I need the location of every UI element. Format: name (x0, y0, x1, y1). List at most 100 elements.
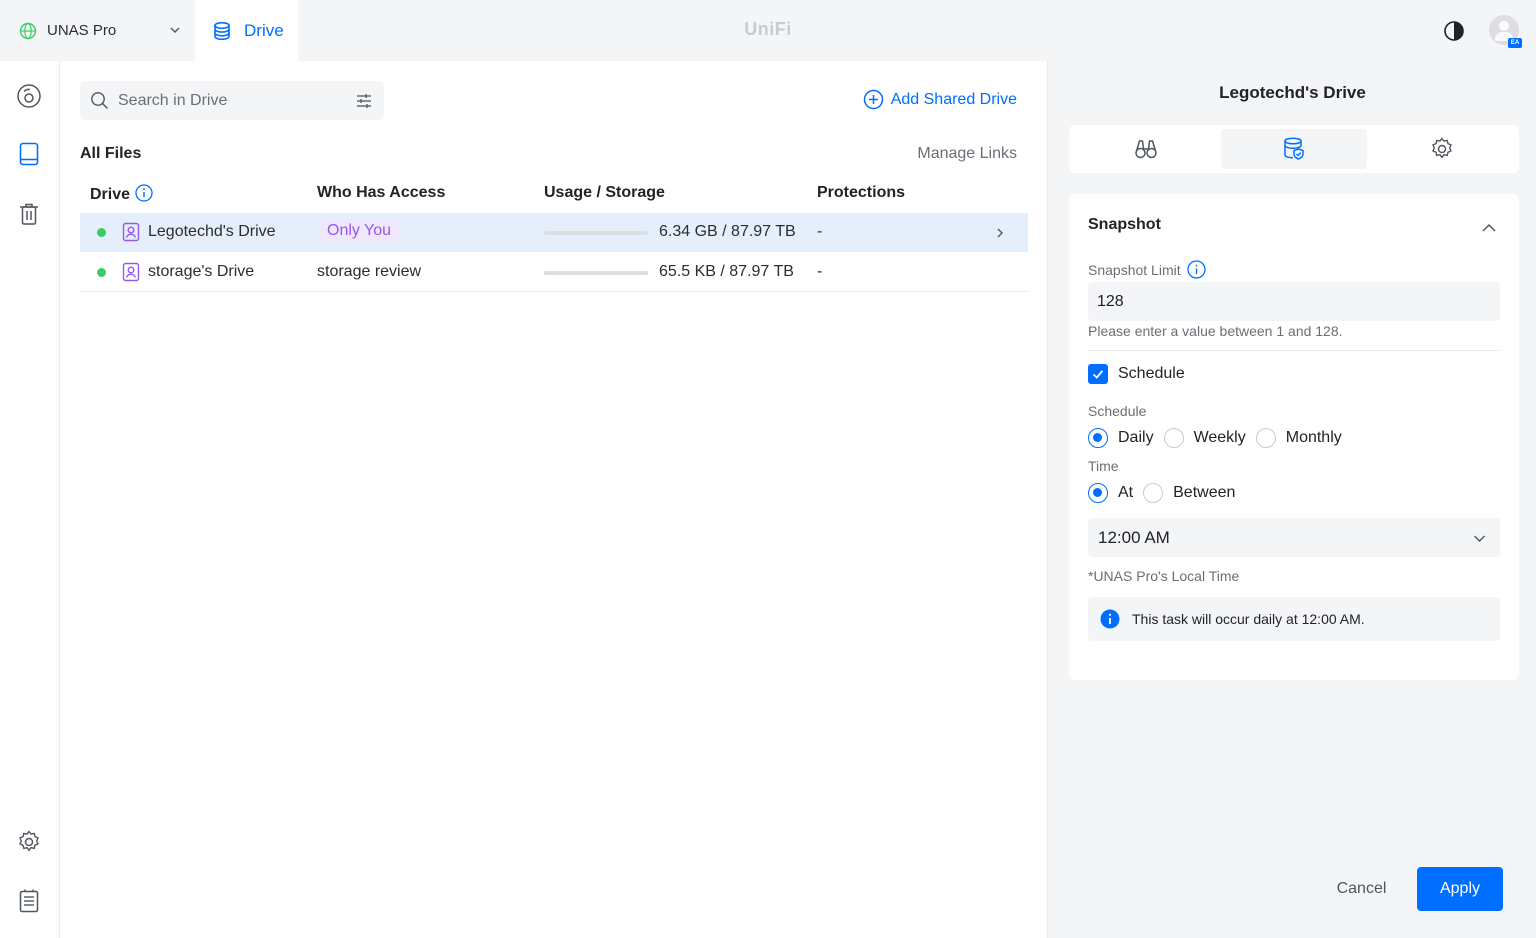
usage-text: 6.34 GB / 87.97 TB (659, 223, 796, 240)
radio-between[interactable]: Between (1143, 483, 1235, 503)
tab-overview[interactable] (1073, 129, 1219, 169)
snapshot-title: Snapshot (1088, 216, 1161, 233)
manage-links-link[interactable]: Manage Links (917, 145, 1017, 163)
database-icon (214, 21, 230, 40)
info-filled-icon (1100, 609, 1120, 629)
globe-icon (19, 22, 37, 39)
tab-drive[interactable]: Drive (195, 0, 298, 61)
avatar[interactable]: EA (1489, 15, 1522, 48)
user-drive-icon (122, 222, 140, 242)
tab-settings[interactable] (1369, 129, 1515, 169)
time-radio-group: At Between (1088, 483, 1245, 503)
checkbox-checked[interactable] (1088, 364, 1108, 384)
radio-weekly-label: Weekly (1193, 429, 1246, 446)
tab-snapshot[interactable] (1221, 129, 1367, 169)
section-title: All Files (80, 145, 142, 162)
checkmark-icon (1092, 370, 1104, 379)
left-nav (0, 61, 60, 938)
usage-bar (544, 271, 648, 275)
dashboard-icon[interactable] (16, 83, 42, 109)
radio-button[interactable] (1143, 483, 1164, 503)
cancel-button[interactable]: Cancel (1324, 867, 1399, 911)
chevron-down-icon (1474, 535, 1485, 542)
logs-icon[interactable] (16, 888, 42, 914)
access-text: storage review (317, 263, 422, 280)
drive-name: Legotechd's Drive (148, 223, 276, 240)
radio-between-label: Between (1173, 484, 1236, 501)
snapshot-limit-hint: Please enter a value between 1 and 128. (1088, 323, 1343, 339)
binoculars-icon (1135, 140, 1157, 159)
panel-tabs (1069, 125, 1519, 173)
top-bar: UNAS Pro Drive UniFi EA (0, 0, 1536, 61)
radio-monthly[interactable]: Monthly (1255, 428, 1342, 448)
access-pill: Only You (317, 220, 402, 242)
table-row[interactable]: Legotechd's Drive Only You 6.34 GB / 87.… (80, 213, 1028, 252)
radio-at-label: At (1118, 484, 1134, 501)
radio-button[interactable] (1088, 428, 1108, 448)
avatar-head (1499, 21, 1509, 31)
filter-icon[interactable] (356, 93, 372, 109)
add-shared-drive-label: Add Shared Drive (890, 90, 1017, 108)
user-drive-icon (122, 262, 140, 282)
column-access[interactable]: Who Has Access (317, 184, 445, 202)
time-select[interactable]: 12:00 AM (1088, 518, 1500, 557)
search-input[interactable]: Search in Drive (80, 81, 384, 120)
divider (1088, 350, 1500, 351)
schedule-radio-group: Daily Weekly Monthly (1088, 428, 1352, 448)
time-label: Time (1088, 458, 1119, 474)
radio-button[interactable] (1088, 483, 1108, 503)
radio-weekly[interactable]: Weekly (1163, 428, 1246, 448)
local-time-note: *UNAS Pro's Local Time (1088, 568, 1240, 584)
settings-icon[interactable] (16, 829, 42, 855)
table-row[interactable]: storage's Drive storage review 65.5 KB /… (80, 253, 1028, 292)
snapshot-card: Snapshot Snapshot Limit Please enter a v… (1069, 194, 1519, 680)
main-content: Search in Drive Add Shared Drive All Fil… (60, 61, 1047, 938)
schedule-label: Schedule (1088, 403, 1147, 419)
gear-icon (1432, 137, 1452, 159)
radio-button[interactable] (1255, 428, 1276, 448)
plus-circle-icon (863, 89, 883, 110)
usage-bar (544, 231, 648, 235)
chevron-down-icon (170, 27, 180, 33)
drive-name: storage's Drive (148, 263, 255, 280)
column-drive[interactable]: Drive (90, 184, 153, 204)
snapshot-limit-label-text: Snapshot Limit (1088, 262, 1181, 278)
radio-daily-label: Daily (1118, 429, 1154, 446)
protections-value: - (817, 223, 823, 240)
status-dot (97, 268, 106, 277)
tab-drive-label: Drive (244, 20, 284, 40)
database-shield-icon (1284, 137, 1304, 160)
radio-monthly-label: Monthly (1285, 429, 1342, 446)
info-banner: This task will occur daily at 12:00 AM. (1088, 597, 1500, 641)
search-placeholder: Search in Drive (118, 91, 228, 109)
schedule-checkbox-label: Schedule (1118, 365, 1185, 382)
apply-button[interactable]: Apply (1417, 867, 1503, 911)
snapshot-limit-label: Snapshot Limit (1088, 260, 1206, 279)
theme-toggle-icon[interactable] (1442, 19, 1466, 43)
chevron-up-icon[interactable] (1481, 220, 1497, 236)
column-protections[interactable]: Protections (817, 184, 905, 202)
device-name: UNAS Pro (47, 22, 117, 39)
drive-details-panel: Legotechd's Drive Snapshot Snapshot Limi… (1047, 61, 1536, 938)
radio-daily[interactable]: Daily (1088, 428, 1154, 448)
snapshot-limit-input[interactable] (1088, 282, 1500, 321)
status-dot (97, 228, 106, 237)
info-icon[interactable] (1186, 260, 1206, 279)
device-switcher[interactable]: UNAS Pro (0, 0, 195, 61)
radio-button[interactable] (1163, 428, 1184, 448)
search-icon (91, 92, 108, 109)
info-banner-text: This task will occur daily at 12:00 AM. (1132, 611, 1365, 627)
info-icon[interactable] (135, 184, 153, 202)
trash-icon[interactable] (16, 201, 42, 227)
column-usage[interactable]: Usage / Storage (544, 184, 665, 202)
time-select-value: 12:00 AM (1098, 527, 1170, 547)
panel-title: Legotechd's Drive (1219, 83, 1366, 102)
radio-at[interactable]: At (1088, 483, 1133, 503)
protections-value: - (817, 263, 823, 280)
chevron-right-icon (997, 228, 1003, 238)
column-drive-label: Drive (90, 186, 131, 203)
add-shared-drive-button[interactable]: Add Shared Drive (863, 89, 1017, 110)
schedule-checkbox[interactable]: Schedule (1088, 364, 1185, 384)
avatar-badge: EA (1508, 38, 1522, 48)
drive-icon[interactable] (16, 141, 42, 167)
